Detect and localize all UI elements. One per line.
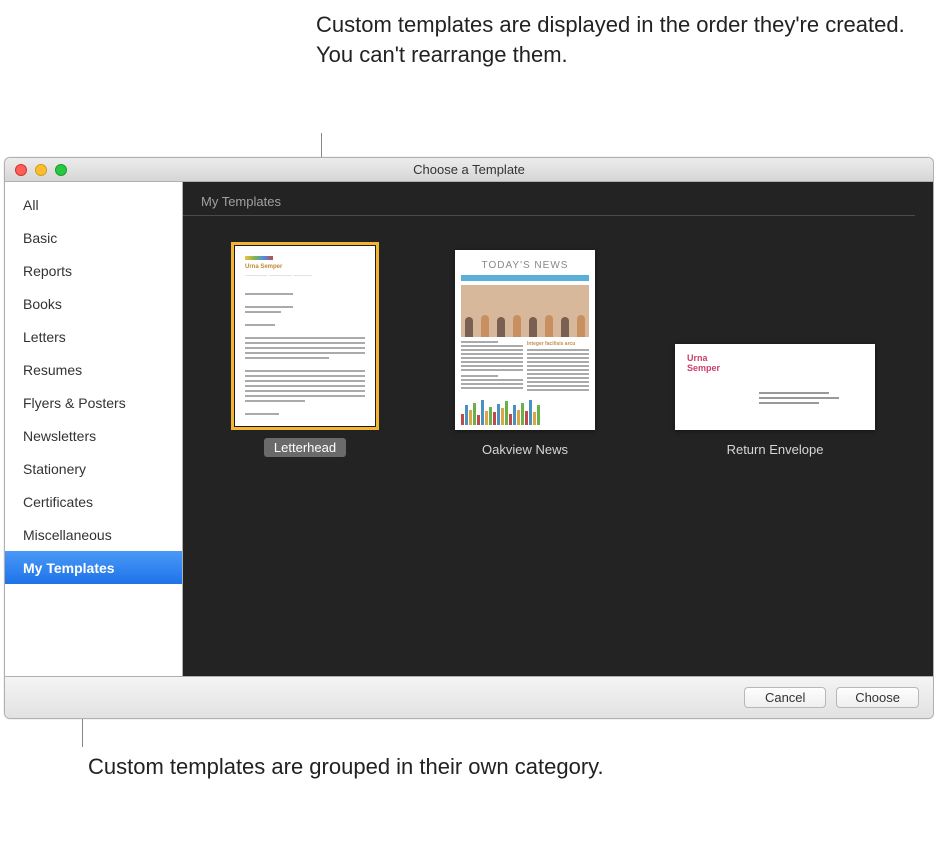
template-thumbnail[interactable]: Urna Semper	[675, 344, 875, 430]
news-columns: Integer facilisis arcu	[461, 341, 589, 393]
sidebar-item-flyers-posters[interactable]: Flyers & Posters	[5, 386, 182, 419]
envelope-name-2: Semper	[687, 364, 863, 374]
template-chooser-window: Choose a Template All Basic Reports Book…	[4, 157, 934, 719]
letterhead-stripe-icon	[245, 256, 273, 260]
traffic-lights	[5, 164, 67, 176]
letterhead-body-preview	[245, 293, 365, 426]
sidebar-item-miscellaneous[interactable]: Miscellaneous	[5, 518, 182, 551]
section-header: My Templates	[183, 182, 915, 216]
sidebar-item-all[interactable]: All	[5, 188, 182, 221]
template-return-envelope[interactable]: Urna Semper Return Envelope	[675, 344, 875, 457]
sidebar: All Basic Reports Books Letters Resumes …	[5, 182, 183, 676]
template-thumbnail[interactable]: TODAY'S NEWS	[455, 250, 595, 430]
content-area: My Templates Urna Semper –––––––––– ––––…	[183, 182, 933, 676]
sidebar-item-newsletters[interactable]: Newsletters	[5, 419, 182, 452]
titlebar: Choose a Template	[5, 158, 933, 182]
close-icon[interactable]	[15, 164, 27, 176]
template-label: Return Envelope	[727, 442, 824, 457]
news-headline: TODAY'S NEWS	[461, 260, 589, 271]
news-subhead: Integer facilisis arcu	[527, 341, 589, 347]
sidebar-item-my-templates[interactable]: My Templates	[5, 551, 182, 584]
sidebar-item-stationery[interactable]: Stationery	[5, 452, 182, 485]
sidebar-item-resumes[interactable]: Resumes	[5, 353, 182, 386]
choose-button[interactable]: Choose	[836, 687, 919, 708]
sidebar-item-books[interactable]: Books	[5, 287, 182, 320]
sidebar-item-reports[interactable]: Reports	[5, 254, 182, 287]
template-label: Letterhead	[264, 438, 346, 457]
sidebar-item-letters[interactable]: Letters	[5, 320, 182, 353]
template-oakview-news[interactable]: TODAY'S NEWS	[455, 250, 595, 457]
window-body: All Basic Reports Books Letters Resumes …	[5, 182, 933, 676]
news-photo-icon	[461, 285, 589, 337]
callout-bottom: Custom templates are grouped in their ow…	[88, 752, 604, 782]
letterhead-meta: –––––––––– –––––––––– ––––––––	[245, 272, 375, 277]
cancel-button[interactable]: Cancel	[744, 687, 826, 708]
section-header-label: My Templates	[201, 194, 281, 209]
news-bar	[461, 275, 589, 281]
templates-row: Urna Semper –––––––––– –––––––––– ––––––…	[183, 216, 933, 487]
footer: Cancel Choose	[5, 676, 933, 718]
zoom-icon[interactable]	[55, 164, 67, 176]
minimize-icon[interactable]	[35, 164, 47, 176]
template-label: Oakview News	[482, 442, 568, 457]
window-title: Choose a Template	[5, 162, 933, 177]
sidebar-item-certificates[interactable]: Certificates	[5, 485, 182, 518]
template-thumbnail[interactable]: Urna Semper –––––––––– –––––––––– ––––––…	[235, 246, 375, 426]
sidebar-item-basic[interactable]: Basic	[5, 221, 182, 254]
letterhead-name: Urna Semper	[245, 264, 375, 270]
template-letterhead[interactable]: Urna Semper –––––––––– –––––––––– ––––––…	[235, 246, 375, 457]
news-chart-icon	[461, 397, 589, 425]
callout-top: Custom templates are displayed in the or…	[316, 10, 934, 69]
envelope-address	[759, 392, 863, 404]
